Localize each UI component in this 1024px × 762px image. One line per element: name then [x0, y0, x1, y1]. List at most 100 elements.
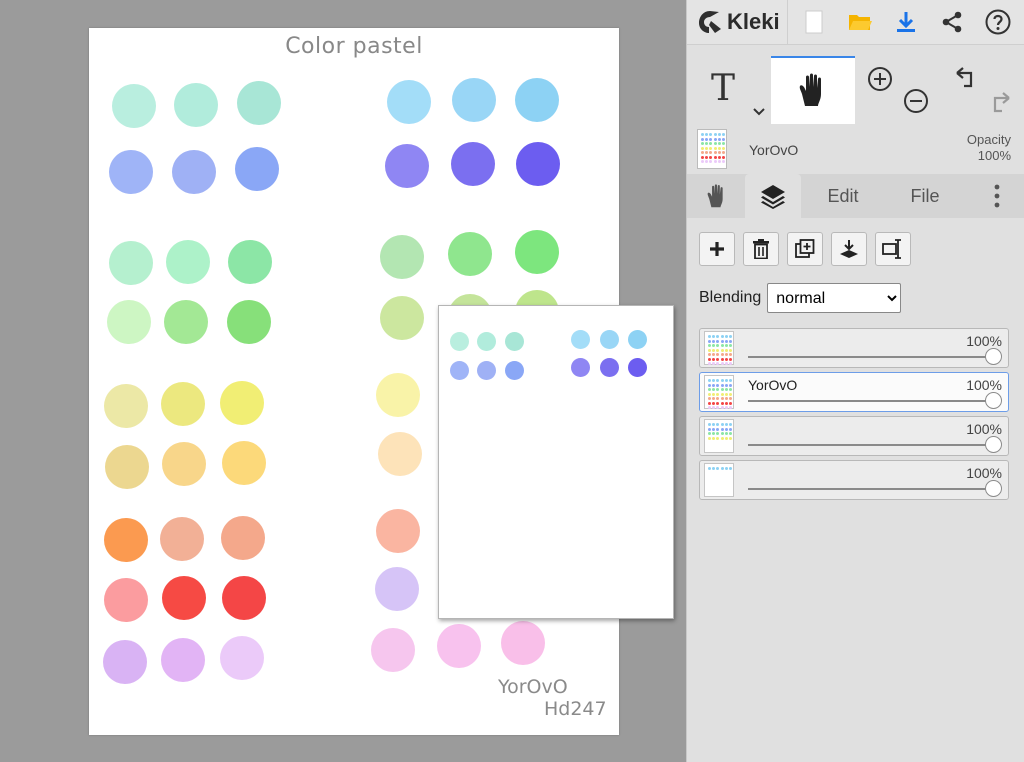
thumbnail-swatch [718, 137, 721, 141]
blending-select[interactable]: normal [767, 283, 902, 313]
active-layer-info: YorOvO Opacity 100% [687, 126, 1024, 172]
layer-opacity-knob[interactable] [985, 480, 1002, 497]
hand-tool-icon [799, 73, 821, 106]
canvas-workspace[interactable]: Color pastel YorOvO Hd247 [0, 0, 686, 762]
color-swatch [378, 432, 422, 476]
more-menu-button[interactable] [977, 174, 1017, 218]
thumbnail-swatch [725, 339, 728, 343]
zoom-out-icon[interactable] [903, 88, 929, 114]
color-swatch [380, 235, 424, 279]
layer-row[interactable]: 100% [699, 328, 1009, 368]
layer-actions [699, 232, 911, 266]
thumbnail-swatch [725, 362, 728, 365]
thumbnail-swatch [721, 348, 724, 352]
open-button[interactable] [837, 0, 883, 44]
duplicate-layer-icon [795, 239, 815, 258]
delete-layer-button[interactable] [743, 232, 779, 266]
share-icon [942, 11, 962, 33]
thumbnail-swatch [721, 392, 724, 396]
thumbnail-swatch [721, 388, 724, 391]
thumbnail-swatch [709, 151, 712, 154]
tab-hand[interactable] [691, 174, 743, 218]
thumbnail-swatch [721, 432, 724, 435]
thumbnail-swatch [722, 133, 725, 136]
thumbnail-swatch [708, 357, 711, 361]
chevron-down-icon[interactable] [753, 108, 765, 116]
layer-opacity-slider[interactable] [748, 488, 990, 490]
layer-opacity-knob[interactable] [985, 348, 1002, 365]
thumbnail-swatch [725, 401, 728, 405]
thumbnail-swatch [721, 335, 724, 338]
color-swatch [162, 442, 206, 486]
layer-opacity-slider[interactable] [748, 356, 990, 358]
layer-opacity-slider[interactable] [748, 444, 990, 446]
layer-row[interactable]: 100% [699, 460, 1009, 500]
color-swatch [376, 373, 420, 417]
color-swatch [448, 232, 492, 276]
color-swatch [107, 300, 151, 344]
thumbnail-swatch [714, 133, 717, 136]
tab-layers[interactable] [745, 174, 801, 218]
color-swatch [220, 381, 264, 425]
color-swatch [380, 296, 424, 340]
thumbnail-swatch [722, 142, 725, 145]
thumbnail-swatch [721, 339, 724, 343]
tab-edit[interactable]: Edit [813, 174, 873, 218]
color-swatch [516, 142, 560, 186]
add-layer-button[interactable] [699, 232, 735, 266]
layer-name: YorOvO [748, 377, 798, 393]
thumbnail-swatch [716, 427, 719, 431]
layer-row[interactable]: YorOvO 100% [699, 372, 1009, 412]
undo-icon[interactable] [953, 66, 979, 92]
tab-file[interactable]: File [897, 174, 953, 218]
thumbnail-swatch [725, 432, 728, 435]
thumbnail-swatch [716, 353, 719, 356]
share-button[interactable] [929, 0, 975, 44]
color-swatch [104, 518, 148, 562]
redo-icon[interactable] [987, 88, 1013, 114]
color-swatch [375, 567, 419, 611]
thumbnail-swatch [721, 467, 724, 470]
download-button[interactable] [883, 0, 929, 44]
thumbnail-swatch [716, 348, 719, 352]
text-tool-button[interactable]: T [699, 56, 769, 124]
layer-thumbnail [704, 463, 734, 497]
thumbnail-swatch [714, 142, 717, 145]
new-image-button[interactable] [791, 0, 837, 44]
thumbnail-swatch [716, 383, 719, 387]
preview-swatch [505, 332, 524, 351]
thumbnail-swatch [716, 392, 719, 396]
thumbnail-swatch [725, 392, 728, 396]
active-layer-name: YorOvO [749, 142, 799, 158]
hand-tool-button[interactable] [771, 56, 855, 124]
preview-swatch [600, 330, 619, 349]
thumbnail-swatch [708, 388, 711, 391]
thumbnail-swatch [708, 348, 711, 352]
color-swatch [160, 517, 204, 561]
thumbnail-swatch [725, 357, 728, 361]
navigator-preview[interactable] [438, 305, 674, 619]
kleki-logo[interactable]: Kleki [697, 6, 780, 38]
thumbnail-swatch [722, 146, 725, 150]
text-tool-icon: T [711, 68, 736, 109]
thumbnail-swatch [721, 379, 724, 382]
thumbnail-swatch [709, 137, 712, 141]
blending-row: Blending normal [699, 283, 902, 313]
zoom-in-icon[interactable] [867, 66, 893, 92]
layer-row[interactable]: 100% [699, 416, 1009, 456]
layer-opacity-knob[interactable] [985, 392, 1002, 409]
opacity-label: Opacity [966, 132, 1011, 147]
help-button[interactable] [975, 0, 1021, 44]
thumbnail-swatch [701, 133, 704, 136]
layer-opacity-slider[interactable] [748, 400, 990, 402]
rename-layer-button[interactable] [875, 232, 911, 266]
thumbnail-swatch [722, 151, 725, 154]
layer-opacity-knob[interactable] [985, 436, 1002, 453]
color-swatch [515, 78, 559, 122]
color-swatch [501, 621, 545, 665]
thumbnail-swatch [718, 146, 721, 150]
merge-down-button[interactable] [831, 232, 867, 266]
thumbnail-swatch [716, 388, 719, 391]
color-swatch [237, 81, 281, 125]
duplicate-layer-button[interactable] [787, 232, 823, 266]
